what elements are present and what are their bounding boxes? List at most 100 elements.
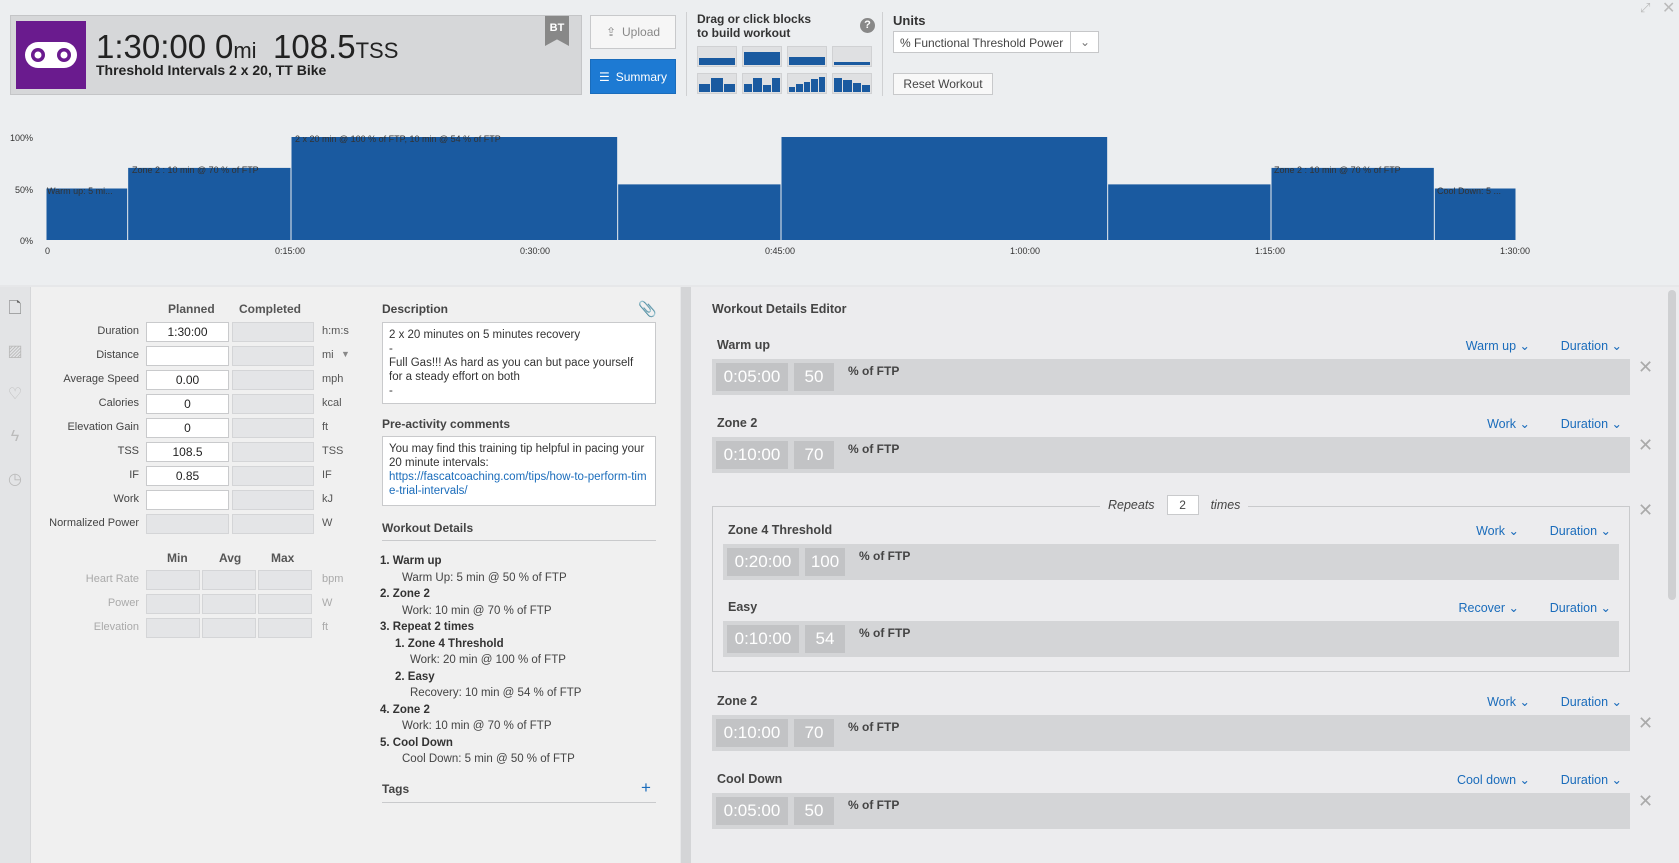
close-icon[interactable]: ✕ xyxy=(1638,713,1653,734)
step-duration-dropdown[interactable]: Duration ⌄ xyxy=(1542,772,1622,787)
step-type-dropdown[interactable]: Work ⌄ xyxy=(1379,523,1519,538)
block-steady-mid[interactable] xyxy=(787,46,827,67)
step-type-value: Work xyxy=(1476,524,1506,538)
step-title: Zone 2 xyxy=(717,694,758,708)
block-steady-low[interactable] xyxy=(697,46,737,67)
workout-details-header: Workout Details xyxy=(382,521,474,535)
chart-bar-1[interactable] xyxy=(46,188,128,241)
planned-field xyxy=(146,514,229,534)
details-item: 2. Zone 2 Work: 10 min @ 70 % of FTP xyxy=(380,586,660,619)
step-percent-input[interactable]: 50 xyxy=(794,797,834,825)
metric-unit: W xyxy=(322,597,333,609)
description-textarea[interactable]: 2 x 20 minutes on 5 minutes recovery - F… xyxy=(382,322,656,404)
triangle-down-icon[interactable]: ▼ xyxy=(341,349,350,359)
step-duration-dropdown[interactable]: Duration ⌄ xyxy=(1542,694,1622,709)
step-percent-input[interactable]: 70 xyxy=(794,719,834,747)
units-select[interactable]: % Functional Threshold Power ⌄ xyxy=(893,31,1099,53)
close-icon[interactable]: ✕ xyxy=(1638,791,1653,812)
bt-badge[interactable]: BT xyxy=(545,16,569,46)
metric-label: Distance xyxy=(96,349,139,361)
step-type-dropdown[interactable]: Warm up ⌄ xyxy=(1390,338,1530,353)
step-type-value: Cool down xyxy=(1456,773,1517,787)
workout-profile-chart[interactable]: 100% 50% 0% 0 0:15:00 0:30:00 0:45:00 1:00:0… xyxy=(0,125,1679,285)
step-time-input[interactable]: 0:10:00 xyxy=(716,719,788,747)
metric-unit: kcal xyxy=(322,397,342,409)
chart-bar-5[interactable] xyxy=(781,137,1108,240)
repeats-input[interactable]: 2 xyxy=(1166,495,1199,515)
chart-bar-7[interactable] xyxy=(1271,167,1434,240)
step-time-input[interactable]: 0:05:00 xyxy=(716,797,788,825)
step-time-input[interactable]: 0:20:00 xyxy=(727,548,799,576)
planned-field[interactable] xyxy=(146,346,229,366)
attachment-icon[interactable]: 📎 xyxy=(638,300,657,318)
step-duration-dropdown[interactable]: Duration ⌄ xyxy=(1531,600,1611,615)
details-title: Zone 2 xyxy=(392,588,430,600)
block-ramp-down[interactable] xyxy=(832,73,872,94)
close-icon[interactable]: ✕ xyxy=(1662,0,1675,18)
units-selected-value: % Functional Threshold Power xyxy=(900,36,1064,50)
step-type-dropdown[interactable]: Work ⌄ xyxy=(1390,694,1530,709)
document-icon[interactable]: 🗋 xyxy=(5,299,25,319)
step-time-input[interactable]: 0:10:00 xyxy=(716,441,788,469)
step-duration-dropdown[interactable]: Duration ⌄ xyxy=(1542,416,1622,431)
step-type-dropdown[interactable]: Work ⌄ xyxy=(1390,416,1530,431)
planned-field[interactable]: 0.85 xyxy=(146,466,229,486)
block-steady-high[interactable] xyxy=(742,46,782,67)
help-icon[interactable]: ? xyxy=(860,18,875,33)
close-icon[interactable]: ✕ xyxy=(1638,500,1653,521)
block-ramp-up[interactable] xyxy=(787,73,827,94)
chart-bar-6[interactable] xyxy=(1108,184,1271,240)
details-title: Cool Down xyxy=(392,736,453,749)
expand-icon[interactable]: ⤢ xyxy=(1640,0,1650,16)
pre-activity-textarea[interactable]: You may find this training tip helpful i… xyxy=(382,436,656,506)
close-icon[interactable]: ✕ xyxy=(1638,435,1653,456)
planned-field[interactable]: 108.5 xyxy=(146,442,229,462)
metric-unit: ft xyxy=(322,421,329,433)
metric-unit: kJ xyxy=(322,493,333,505)
planned-field[interactable]: 0.00 xyxy=(146,370,229,390)
metric-unit: mph xyxy=(322,373,344,385)
scrollbar[interactable] xyxy=(1668,290,1676,600)
block-interval[interactable] xyxy=(697,73,737,94)
reset-workout-button[interactable]: Reset Workout xyxy=(893,73,993,95)
chart-bar-4[interactable] xyxy=(618,184,781,240)
pre-activity-link[interactable]: https://fascatcoaching.com/tips/how-to-p… xyxy=(389,470,649,498)
planned-field[interactable] xyxy=(146,490,229,510)
block-steady-min[interactable] xyxy=(832,46,872,67)
add-tag-button[interactable]: + xyxy=(641,778,651,798)
upload-icon: ⇪ xyxy=(605,25,617,39)
stat-field xyxy=(202,594,256,614)
metric-label: Work xyxy=(113,493,139,505)
step-percent-input[interactable]: 50 xyxy=(794,363,834,391)
stat-field xyxy=(202,570,256,590)
block-repeats[interactable] xyxy=(742,73,782,94)
step-percent-input[interactable]: 54 xyxy=(805,625,845,653)
planned-field[interactable]: 0 xyxy=(146,394,229,414)
step-time-input[interactable]: 0:10:00 xyxy=(727,625,799,653)
metric-label: Elevation xyxy=(93,621,139,633)
y-tick-label: 100% xyxy=(10,133,33,143)
pane-divider[interactable] xyxy=(681,287,691,863)
details-number: 1. xyxy=(395,637,405,650)
details-desc: Work: 20 min @ 100 % of FTP xyxy=(410,654,566,666)
summary-distance: 0mi xyxy=(215,28,257,65)
step-duration-dropdown[interactable]: Duration ⌄ xyxy=(1531,523,1611,538)
step-percent-input[interactable]: 70 xyxy=(794,441,834,469)
close-icon[interactable]: ✕ xyxy=(1638,357,1653,378)
summary-button[interactable]: ☰ Summary xyxy=(590,59,676,94)
chart-bar-2[interactable] xyxy=(128,167,291,240)
step-type-dropdown[interactable]: Cool down ⌄ xyxy=(1390,772,1530,787)
divider xyxy=(382,540,656,541)
step-duration-dropdown[interactable]: Duration ⌄ xyxy=(1542,338,1622,353)
details-desc: Cool Down: 5 min @ 50 % of FTP xyxy=(402,753,575,765)
planned-field[interactable]: 0 xyxy=(146,418,229,438)
metric-unit: bpm xyxy=(322,573,344,585)
stat-field xyxy=(202,618,256,638)
upload-button[interactable]: ⇪ Upload xyxy=(590,15,676,49)
chart-bar-8[interactable] xyxy=(1434,188,1516,241)
step-percent-input[interactable]: 100 xyxy=(805,548,845,576)
chart-bar-3[interactable] xyxy=(291,137,618,240)
step-time-input[interactable]: 0:05:00 xyxy=(716,363,788,391)
step-type-dropdown[interactable]: Recover ⌄ xyxy=(1379,600,1519,615)
planned-field[interactable]: 1:30:00 xyxy=(146,322,229,342)
